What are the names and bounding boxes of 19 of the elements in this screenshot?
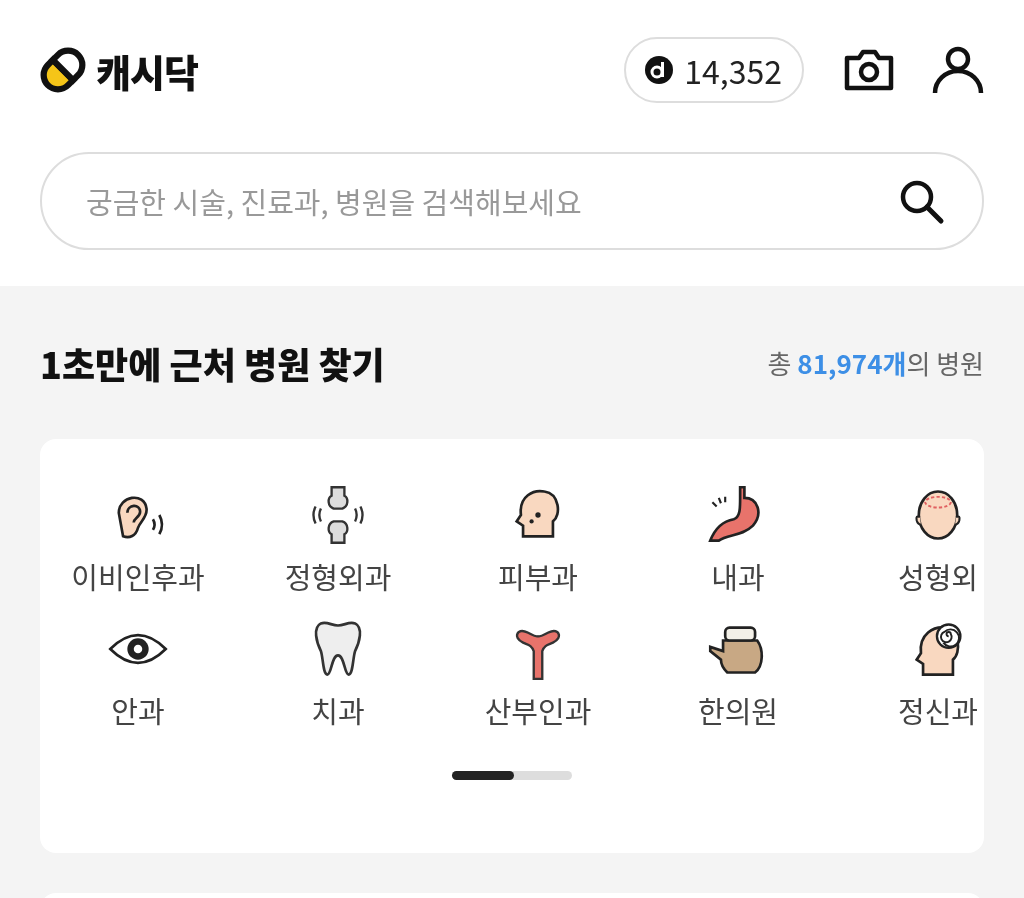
hospital-count: 총 81,974개의 병원	[767, 344, 984, 381]
department-item[interactable]: 내과	[638, 483, 838, 597]
section-title: 1초만에 근처 병원 찾기	[40, 336, 385, 389]
profile-icon[interactable]	[932, 45, 984, 95]
department-item[interactable]: 치과	[238, 617, 438, 731]
department-item[interactable]: 정형외과	[238, 483, 438, 597]
coin-icon	[644, 55, 675, 85]
points-button[interactable]: 14,352	[624, 37, 804, 103]
department-item[interactable]: 이비인후과	[40, 483, 238, 597]
department-item[interactable]: 피부과	[438, 483, 638, 597]
department-item[interactable]: 한의원	[638, 617, 838, 731]
department-item[interactable]: 안과	[40, 617, 238, 731]
department-item[interactable]: 성형외	[838, 483, 984, 597]
department-item[interactable]: 정신과	[838, 617, 984, 731]
department-item[interactable]: 산부인과	[438, 617, 638, 731]
camera-icon[interactable]	[844, 48, 894, 92]
search-field[interactable]: 궁금한 시술, 진료과, 병원을 검색해보세요	[40, 152, 984, 250]
pill-icon	[38, 45, 88, 95]
logo-text: 캐시닥	[96, 42, 198, 98]
